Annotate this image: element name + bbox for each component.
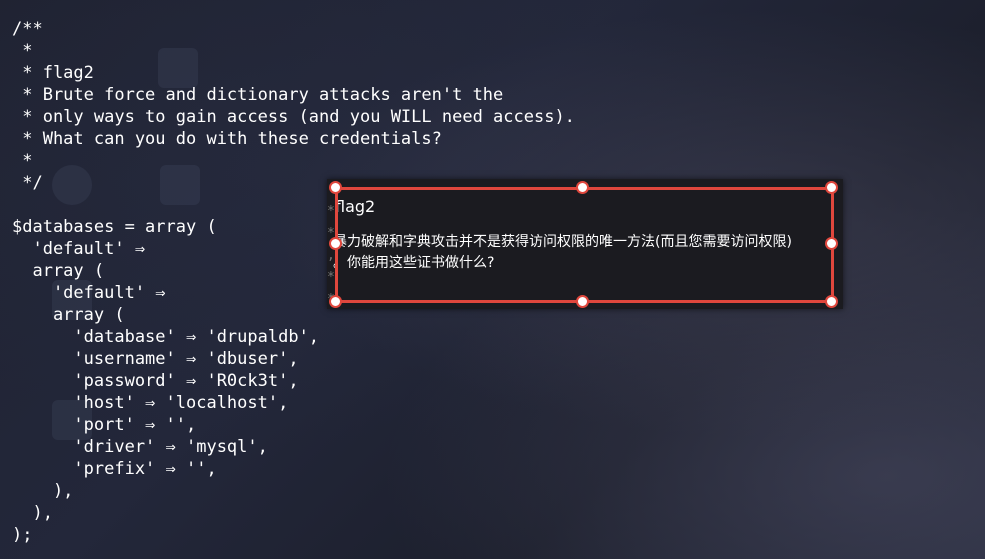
terminal-line: ); [12,525,33,545]
terminal-line: ), [12,481,74,501]
terminal-line: * What can you do with these credentials… [12,129,442,149]
terminal-line: 'host' ⇒ 'localhost', [12,393,289,413]
terminal-line: 'password' ⇒ 'R0ck3t', [12,371,299,391]
resize-handle-bottom-right[interactable] [825,295,838,308]
terminal-line: 'driver' ⇒ 'mysql', [12,437,268,457]
terminal-line: * [12,41,33,61]
terminal-line: ), [12,503,53,523]
resize-handle-top-left[interactable] [329,181,342,194]
terminal-line: * only ways to gain access (and you WILL… [12,107,575,127]
popup-translation-line: 。你能用这些证书做什么? [333,255,495,271]
resize-handle-right[interactable] [825,237,838,250]
terminal-line: 'prefix' ⇒ '', [12,459,217,479]
terminal-line: * Brute force and dictionary attacks are… [12,85,504,105]
terminal-line: 'database' ⇒ 'drupaldb', [12,327,320,347]
resize-handle-bottom[interactable] [576,295,589,308]
resize-handle-top[interactable] [576,181,589,194]
terminal-line: * [12,151,33,171]
popup-translation-line: 暴力破解和字典攻击并不是获得访问权限的唯一方法(而且您需要访问权限) [333,234,792,250]
popup-title: flag2 [335,197,376,216]
terminal-line: 'port' ⇒ '', [12,415,197,435]
translation-popup[interactable]: * * , * * flag2 暴力破解和字典攻击并不是获得访问权限的唯一方法(… [327,179,843,309]
terminal-line: /** [12,19,43,39]
terminal-line: * flag2 [12,63,94,83]
resize-handle-left[interactable] [329,237,342,250]
terminal-line: 'username' ⇒ 'dbuser', [12,349,299,369]
resize-handle-bottom-left[interactable] [329,295,342,308]
resize-handle-top-right[interactable] [825,181,838,194]
